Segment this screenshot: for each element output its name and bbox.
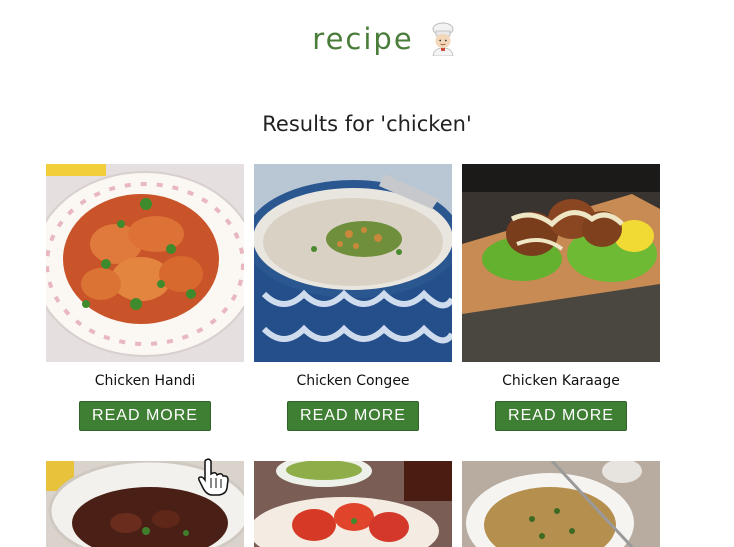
recipe-image-chicken-congee[interactable] (254, 164, 452, 362)
recipe-image-chicken-handi[interactable] (46, 164, 244, 362)
recipe-image[interactable] (462, 461, 660, 547)
hand-pointer-cursor-icon (196, 458, 230, 496)
app-logo[interactable]: recipe (0, 22, 734, 57)
recipe-title: Chicken Congee (296, 373, 410, 389)
recipe-card (462, 461, 660, 547)
recipe-image-chicken-karaage[interactable] (462, 164, 660, 362)
read-more-button[interactable]: READ MORE (287, 401, 419, 431)
recipe-card: Chicken Karaage READ MORE (462, 164, 660, 431)
results-heading: Results for 'chicken' (262, 112, 472, 136)
chef-emoji-icon (428, 22, 458, 57)
recipe-card: Chicken Congee READ MORE (254, 164, 452, 431)
logo-text: recipe (312, 22, 414, 56)
recipe-title: Chicken Handi (94, 373, 196, 389)
recipe-title: Chicken Karaage (502, 373, 620, 389)
recipe-image[interactable] (254, 461, 452, 547)
recipe-card (254, 461, 452, 547)
read-more-button[interactable]: READ MORE (79, 401, 211, 431)
recipe-card: Chicken Handi READ MORE (46, 164, 244, 431)
read-more-button[interactable]: READ MORE (495, 401, 627, 431)
